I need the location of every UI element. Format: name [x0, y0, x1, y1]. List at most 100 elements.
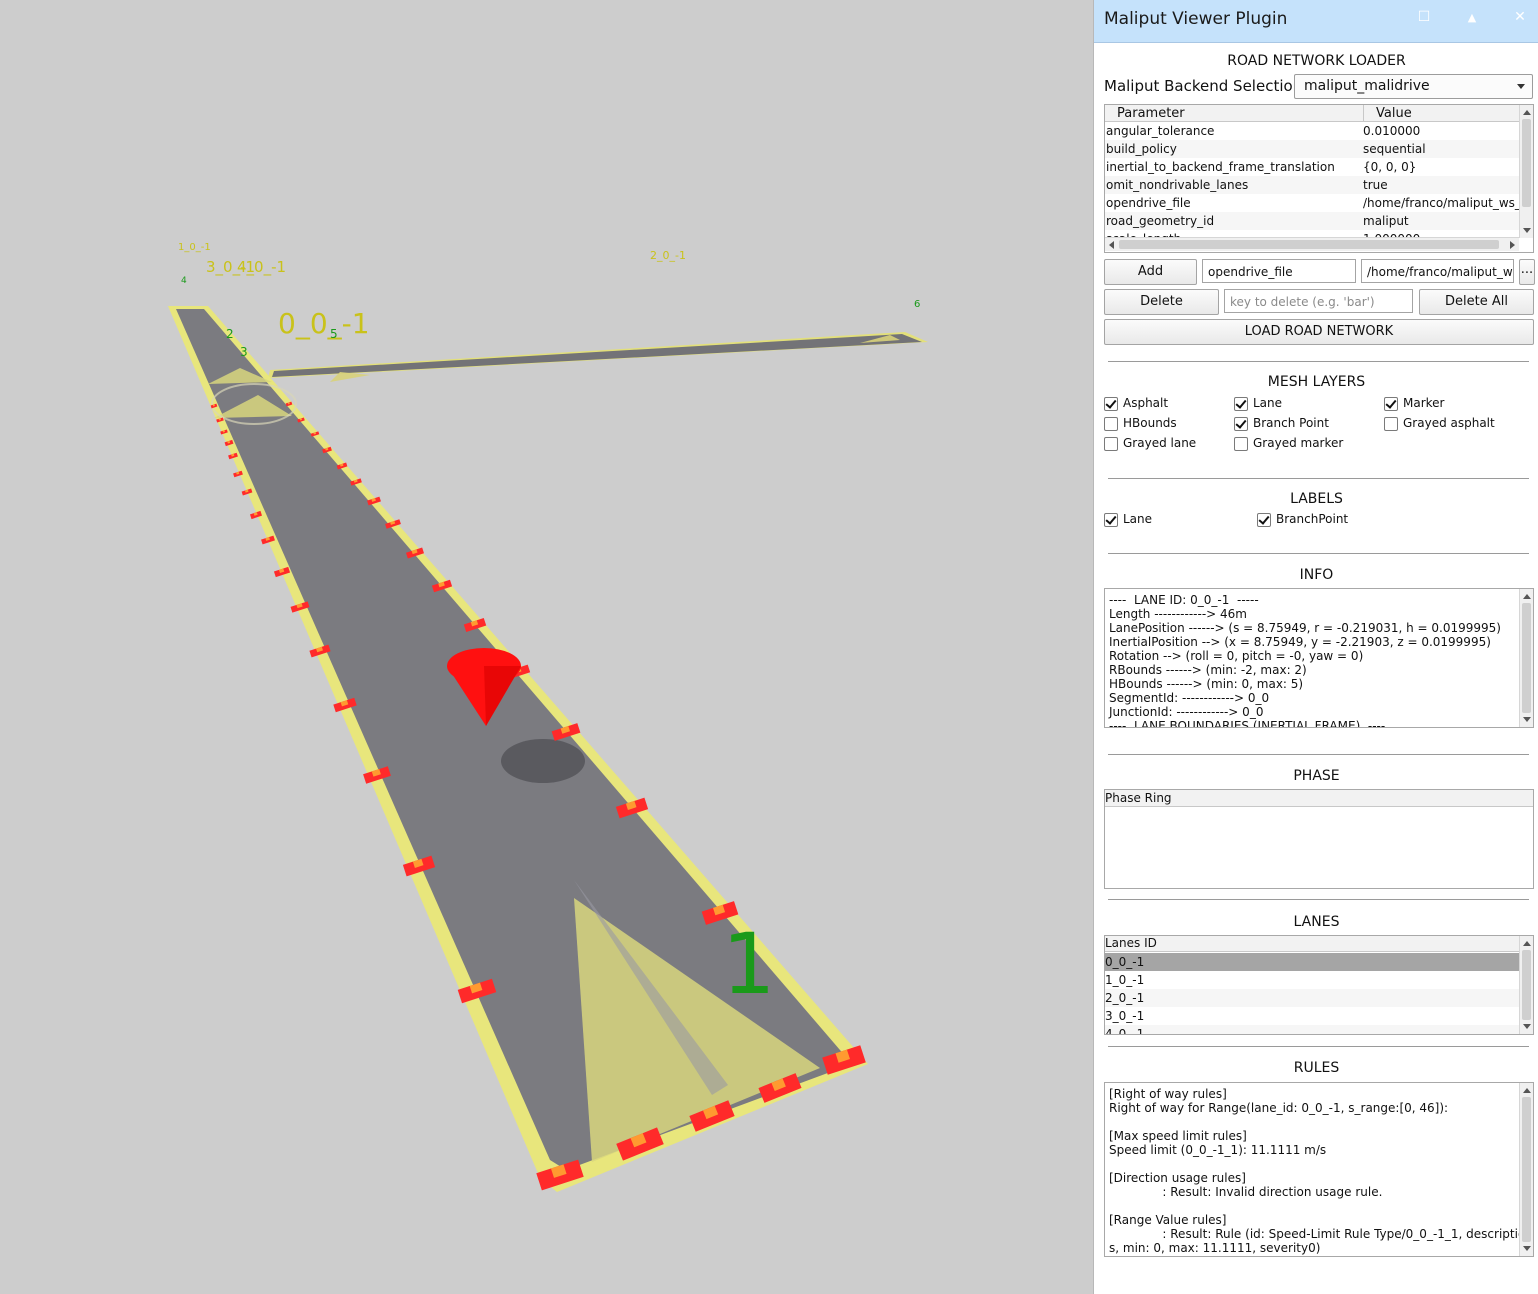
parameter-row[interactable]: build_policy sequential	[1105, 140, 1519, 158]
close-icon[interactable]: ✕	[1509, 9, 1531, 25]
parameter-value: {0, 0, 0}	[1363, 160, 1417, 174]
lane-label-0-0--1: 0_0_-1	[278, 307, 370, 340]
plugin-title: Maliput Viewer Plugin	[1104, 9, 1288, 29]
checkbox-icon	[1104, 513, 1118, 527]
phase-tree[interactable]: Phase Ring	[1104, 789, 1534, 889]
value-column-header[interactable]: Value	[1376, 106, 1412, 121]
separator	[1108, 478, 1529, 479]
road-scene[interactable]: 1_0_-1 3_0_-1 4_0_-1 0_0_-1 2_0_-1 4 6 5…	[0, 0, 1092, 1294]
checkbox-icon	[1234, 417, 1248, 431]
parameter-name: omit_nondrivable_lanes	[1106, 178, 1249, 192]
parameter-column-header[interactable]: Parameter	[1117, 106, 1185, 121]
lanes-list[interactable]: Lanes ID 0_0_-1 1_0_-1 2_0_-1 3_0_-1 4_0_-1	[1104, 935, 1534, 1035]
parameter-row[interactable]: inertial_to_backend_frame_translation {0,…	[1105, 158, 1519, 176]
info-line: InertialPosition --> (x = 8.75949, y = -…	[1109, 635, 1491, 649]
parameter-name: inertial_to_backend_frame_translation	[1106, 160, 1335, 174]
checkbox-icon	[1257, 513, 1271, 527]
info-title: INFO	[1299, 567, 1334, 583]
checkbox-icon	[1104, 397, 1118, 411]
rules-line: [Direction usage rules]	[1109, 1171, 1246, 1185]
lane-list-item[interactable]: 2_0_-1	[1105, 989, 1519, 1007]
info-line: SegmentId: ------------> 0_0	[1109, 691, 1270, 705]
separator	[1108, 754, 1529, 755]
browse-file-button[interactable]: ...	[1519, 259, 1535, 285]
parameter-value: 0.010000	[1363, 124, 1421, 138]
load-road-network-button[interactable]: LOAD ROAD NETWORK	[1104, 319, 1534, 345]
parameter-row[interactable]: road_geometry_id maliput	[1105, 212, 1519, 230]
parameter-name: angular_tolerance	[1106, 124, 1215, 138]
backend-selection-label: Maliput Backend Selection	[1104, 77, 1303, 95]
float-icon[interactable]: ▲	[1461, 11, 1483, 24]
parameter-value-field[interactable]: /home/franco/maliput_ws_fo	[1361, 259, 1514, 283]
rules-line: [Right of way rules]	[1109, 1087, 1227, 1101]
lane-label-2-0--1: 2_0_-1	[650, 249, 686, 262]
info-line: RBounds ------> (min: -2, max: 2)	[1109, 663, 1307, 677]
parameter-value: maliput	[1363, 214, 1409, 228]
rules-line: s, min: 0, max: 11.1111, severity0)	[1109, 1241, 1321, 1255]
rules-line: [Range Value rules]	[1109, 1213, 1227, 1227]
lane-list-item[interactable]: 4_0_-1	[1105, 1025, 1519, 1034]
info-scrollbar[interactable]	[1519, 589, 1533, 727]
lane-label-1-0--1: 1_0_-1	[178, 242, 211, 253]
mesh-layers-title: MESH LAYERS	[1267, 374, 1366, 390]
info-line: ---- LANE BOUNDARIES (INERTIAL FRAME) --…	[1109, 719, 1386, 728]
parameters-vertical-scrollbar[interactable]	[1519, 105, 1533, 238]
parameter-value: /home/franco/maliput_ws_foc	[1363, 196, 1519, 210]
delete-all-button[interactable]: Delete All	[1419, 289, 1534, 315]
rules-line: Speed limit (0_0_-1_1): 11.1111 m/s	[1109, 1143, 1327, 1157]
parameter-value: true	[1363, 178, 1388, 192]
info-line: ---- LANE ID: 0_0_-1 -----	[1109, 593, 1259, 607]
chevron-down-icon	[1517, 84, 1525, 89]
branch-road-asphalt	[272, 334, 922, 377]
rules-line: : Result: Rule (id: Speed-Limit Rule Typ…	[1109, 1227, 1534, 1241]
parameter-name: build_policy	[1106, 142, 1177, 156]
checkbox-icon	[1234, 397, 1248, 411]
lanes-scrollbar[interactable]	[1519, 936, 1533, 1034]
info-line: Length ------------> 46m	[1109, 607, 1247, 621]
delete-key-field[interactable]: key to delete (e.g. 'bar')	[1224, 289, 1413, 313]
lanes-id-header: Lanes ID	[1105, 936, 1519, 952]
rules-title: RULES	[1293, 1060, 1340, 1076]
cone-shadow	[501, 739, 585, 783]
backend-selection-dropdown[interactable]: maliput_malidrive	[1294, 74, 1533, 99]
labels-title: LABELS	[1290, 491, 1343, 507]
checkbox-icon	[1384, 417, 1398, 431]
lane-label-4-0--1: 4_0_-1	[237, 258, 286, 277]
checkbox-icon	[1104, 437, 1118, 451]
rules-text-area[interactable]: [Right of way rules] Right of way for Ran…	[1104, 1082, 1534, 1257]
checkbox-icon	[1234, 437, 1248, 451]
checkbox-icon	[1384, 397, 1398, 411]
backend-selection-value: maliput_malidrive	[1304, 78, 1430, 94]
plugin-titlebar[interactable]: Maliput Viewer Plugin ☐ ▲ ✕	[1094, 0, 1538, 43]
add-parameter-button[interactable]: Add	[1104, 259, 1197, 285]
lane-list-item[interactable]: 1_0_-1	[1105, 971, 1519, 989]
maximize-icon[interactable]: ☐	[1413, 9, 1435, 25]
phase-ring-header: Phase Ring	[1105, 790, 1533, 807]
parameters-table[interactable]: Parameter Value angular_tolerance 0.01000…	[1104, 104, 1534, 253]
rules-line: [Max speed limit rules]	[1109, 1129, 1247, 1143]
lane-list-item[interactable]: 3_0_-1	[1105, 1007, 1519, 1025]
3d-viewport[interactable]: 1_0_-1 3_0_-1 4_0_-1 0_0_-1 2_0_-1 4 6 5…	[0, 0, 1092, 1294]
parameter-row[interactable]: angular_tolerance 0.010000	[1105, 122, 1519, 140]
parameter-name: road_geometry_id	[1106, 214, 1215, 228]
info-text-area[interactable]: ---- LANE ID: 0_0_-1 ----- Length -------…	[1104, 588, 1534, 728]
branch-point-label-2: 2	[226, 327, 234, 341]
info-line: Rotation --> (roll = 0, pitch = -0, yaw …	[1109, 649, 1364, 663]
separator	[1108, 899, 1529, 900]
branch-point-label-3: 3	[240, 345, 248, 359]
lane-list-item[interactable]: 0_0_-1	[1105, 953, 1519, 971]
branch-point-label-1: 1	[722, 915, 775, 1013]
parameter-name: opendrive_file	[1106, 196, 1191, 210]
road-network-loader-title: ROAD NETWORK LOADER	[1227, 53, 1406, 69]
rules-scrollbar[interactable]	[1519, 1083, 1533, 1256]
delete-parameter-button[interactable]: Delete	[1104, 289, 1219, 315]
parameters-horizontal-scrollbar[interactable]	[1105, 237, 1519, 251]
parameter-value: sequential	[1363, 142, 1426, 156]
separator	[1108, 1046, 1529, 1047]
info-line: JunctionId: ------------> 0_0	[1109, 705, 1264, 719]
parameter-key-field[interactable]: opendrive_file	[1202, 259, 1356, 283]
parameter-row[interactable]: omit_nondrivable_lanes true	[1105, 176, 1519, 194]
branch-point-label-6: 6	[914, 299, 920, 310]
branch-point-label-5: 5	[330, 327, 338, 341]
parameter-row[interactable]: opendrive_file/home/franco/maliput_ws_fo…	[1105, 194, 1519, 212]
